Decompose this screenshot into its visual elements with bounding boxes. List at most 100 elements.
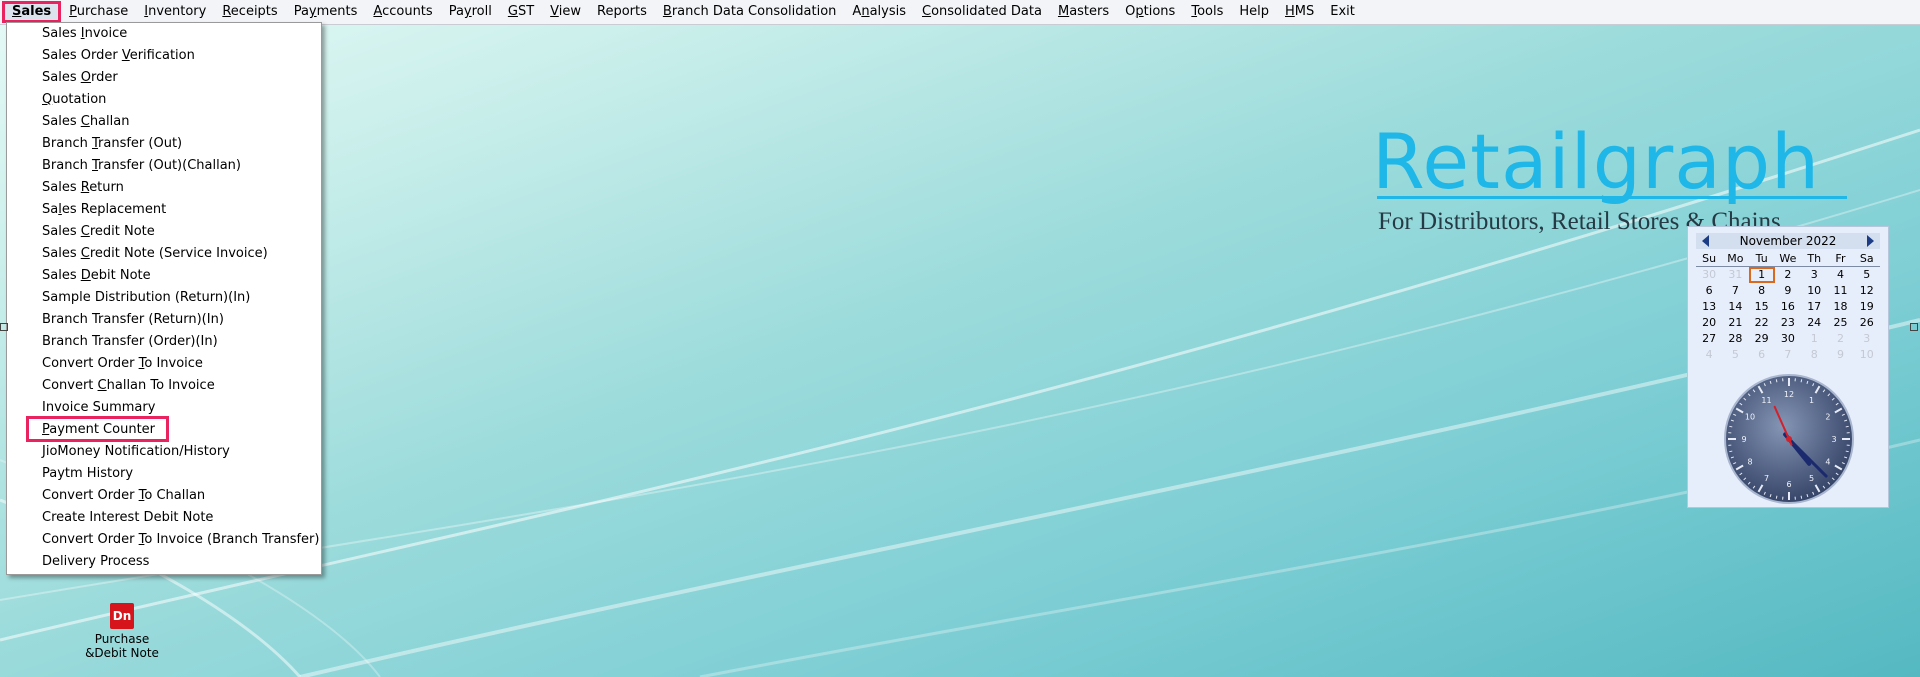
calendar-next-arrow-icon[interactable]	[1867, 235, 1874, 247]
calendar-day[interactable]: 16	[1775, 299, 1801, 315]
sales-menu-item-branch-transfer-return-in[interactable]: Branch Transfer (Return)(In)	[7, 309, 321, 331]
calendar-day[interactable]: 4	[1827, 267, 1853, 283]
menu-inventory[interactable]: Inventory	[136, 1, 214, 23]
menu-receipts[interactable]: Receipts	[214, 1, 285, 23]
calendar-day[interactable]: 13	[1696, 299, 1722, 315]
sales-menu-item-jiomoney-notification-history[interactable]: JioMoney Notification/History	[7, 441, 321, 463]
calendar-day[interactable]: 1	[1748, 267, 1775, 283]
menu-options[interactable]: Options	[1117, 1, 1183, 23]
sales-menu-item-sample-distribution-return-in[interactable]: Sample Distribution (Return)(In)	[7, 287, 321, 309]
calendar-day[interactable]: 5	[1722, 347, 1748, 363]
sales-menu-item-convert-challan-to-invoice[interactable]: Convert Challan To Invoice	[7, 375, 321, 397]
calendar-day[interactable]: 12	[1854, 283, 1880, 299]
calendar-day[interactable]: 25	[1827, 315, 1853, 331]
sales-menu-item-create-interest-debit-note[interactable]: Create Interest Debit Note	[7, 507, 321, 529]
sales-menu-item-delivery-process[interactable]: Delivery Process	[7, 551, 321, 573]
calendar-day[interactable]: 30	[1696, 267, 1722, 283]
menu-view[interactable]: View	[542, 1, 589, 23]
calendar-day[interactable]: 31	[1722, 267, 1748, 283]
calendar-day[interactable]: 8	[1801, 347, 1827, 363]
sales-menu-item-sales-order-verification[interactable]: Sales Order Verification	[7, 45, 321, 67]
weekday-header: Fr	[1827, 251, 1854, 267]
calendar-day[interactable]: 20	[1696, 315, 1722, 331]
weekday-header: Th	[1801, 251, 1828, 267]
calendar-day[interactable]: 2	[1775, 267, 1801, 283]
sales-menu-item-sales-credit-note-service-invoice[interactable]: Sales Credit Note (Service Invoice)	[7, 243, 321, 265]
sales-menu-item-branch-transfer-out-challan[interactable]: Branch Transfer (Out)(Challan)	[7, 155, 321, 177]
weekday-header: Su	[1696, 251, 1723, 267]
sales-menu-item-sales-invoice[interactable]: Sales Invoice	[7, 23, 321, 45]
calendar-day[interactable]: 17	[1801, 299, 1827, 315]
sales-menu-item-payment-counter[interactable]: Payment Counter	[7, 416, 321, 442]
calendar-day[interactable]: 5	[1854, 267, 1880, 283]
clock-tick	[1800, 379, 1803, 383]
sales-menu-item-convert-order-to-invoice[interactable]: Convert Order To Invoice	[7, 353, 321, 375]
calendar-prev-arrow-icon[interactable]	[1702, 235, 1709, 247]
menu-payments[interactable]: Payments	[286, 1, 366, 23]
sales-menu-item-convert-order-to-invoice-branch-transfer[interactable]: Convert Order To Invoice (Branch Transfe…	[7, 529, 321, 551]
calendar-day[interactable]: 22	[1749, 315, 1775, 331]
calendar-day[interactable]: 8	[1749, 283, 1775, 299]
calendar-day[interactable]: 3	[1801, 267, 1827, 283]
calendar-day[interactable]: 18	[1827, 299, 1853, 315]
menu-accounts[interactable]: Accounts	[365, 1, 440, 23]
clock-center	[1786, 436, 1792, 442]
menu-analysis[interactable]: Analysis	[844, 1, 914, 23]
highlight-box	[26, 416, 169, 442]
sales-menu-item-sales-return[interactable]: Sales Return	[7, 177, 321, 199]
calendar-day[interactable]: 15	[1749, 299, 1775, 315]
sales-menu-item-quotation[interactable]: Quotation	[7, 89, 321, 111]
calendar-day[interactable]: 26	[1854, 315, 1880, 331]
menu-consolidated-data[interactable]: Consolidated Data	[914, 1, 1050, 23]
resize-handle-right[interactable]	[1910, 323, 1918, 331]
calendar-day[interactable]: 9	[1775, 283, 1801, 299]
sales-menu-item-sales-order[interactable]: Sales Order	[7, 67, 321, 89]
calendar-day[interactable]: 30	[1775, 331, 1801, 347]
calendar-day[interactable]: 6	[1749, 347, 1775, 363]
calendar-day[interactable]: 10	[1801, 283, 1827, 299]
calendar-day[interactable]: 1	[1801, 331, 1827, 347]
weekday-header: Tu	[1748, 251, 1775, 267]
calendar-day[interactable]: 11	[1827, 283, 1853, 299]
sales-menu-item-sales-challan[interactable]: Sales Challan	[7, 111, 321, 133]
calendar-day[interactable]: 24	[1801, 315, 1827, 331]
calendar-day[interactable]: 9	[1827, 347, 1853, 363]
calendar-day[interactable]: 10	[1854, 347, 1880, 363]
shortcut-label-line1: Purchase	[94, 632, 150, 646]
clock-numeral: 9	[1741, 435, 1746, 444]
clock-tick	[1845, 450, 1849, 453]
calendar-day[interactable]: 14	[1722, 299, 1748, 315]
calendar-day[interactable]: 23	[1775, 315, 1801, 331]
sales-menu-item-branch-transfer-order-in[interactable]: Branch Transfer (Order)(In)	[7, 331, 321, 353]
calendar-day[interactable]: 6	[1696, 283, 1722, 299]
sales-menu-item-sales-replacement[interactable]: Sales Replacement	[7, 199, 321, 221]
sales-menu-item-branch-transfer-out[interactable]: Branch Transfer (Out)	[7, 133, 321, 155]
sales-menu-item-convert-order-to-challan[interactable]: Convert Order To Challan	[7, 485, 321, 507]
menu-sales[interactable]: Sales	[2, 1, 62, 23]
calendar-day[interactable]: 27	[1696, 331, 1722, 347]
menu-hms[interactable]: HMS	[1277, 1, 1322, 23]
sales-menu-item-paytm-history[interactable]: Paytm History	[7, 463, 321, 485]
sales-menu-item-sales-credit-note[interactable]: Sales Credit Note	[7, 221, 321, 243]
menu-purchase[interactable]: Purchase	[61, 1, 136, 23]
calendar-day[interactable]: 19	[1854, 299, 1880, 315]
calendar-day[interactable]: 21	[1722, 315, 1748, 331]
purchase-debit-note-shortcut[interactable]: Dn Purchase &Debit Note	[84, 603, 160, 660]
calendar-day[interactable]: 7	[1775, 347, 1801, 363]
menu-masters[interactable]: Masters	[1050, 1, 1117, 23]
menu-exit[interactable]: Exit	[1322, 1, 1363, 23]
menu-tools[interactable]: Tools	[1183, 1, 1231, 23]
menu-gst[interactable]: GST	[500, 1, 542, 23]
menu-payroll[interactable]: Payroll	[441, 1, 500, 23]
menu-branch-data-consolidation[interactable]: Branch Data Consolidation	[655, 1, 845, 23]
menu-help[interactable]: Help	[1231, 1, 1277, 23]
sales-menu-item-sales-debit-note[interactable]: Sales Debit Note	[7, 265, 321, 287]
calendar-day[interactable]: 3	[1854, 331, 1880, 347]
calendar-day[interactable]: 2	[1827, 331, 1853, 347]
calendar-day[interactable]: 7	[1722, 283, 1748, 299]
calendar-day[interactable]: 28	[1722, 331, 1748, 347]
menu-reports[interactable]: Reports	[589, 1, 655, 23]
calendar-day[interactable]: 4	[1696, 347, 1722, 363]
calendar-day[interactable]: 29	[1749, 331, 1775, 347]
resize-handle-left[interactable]	[0, 323, 8, 331]
